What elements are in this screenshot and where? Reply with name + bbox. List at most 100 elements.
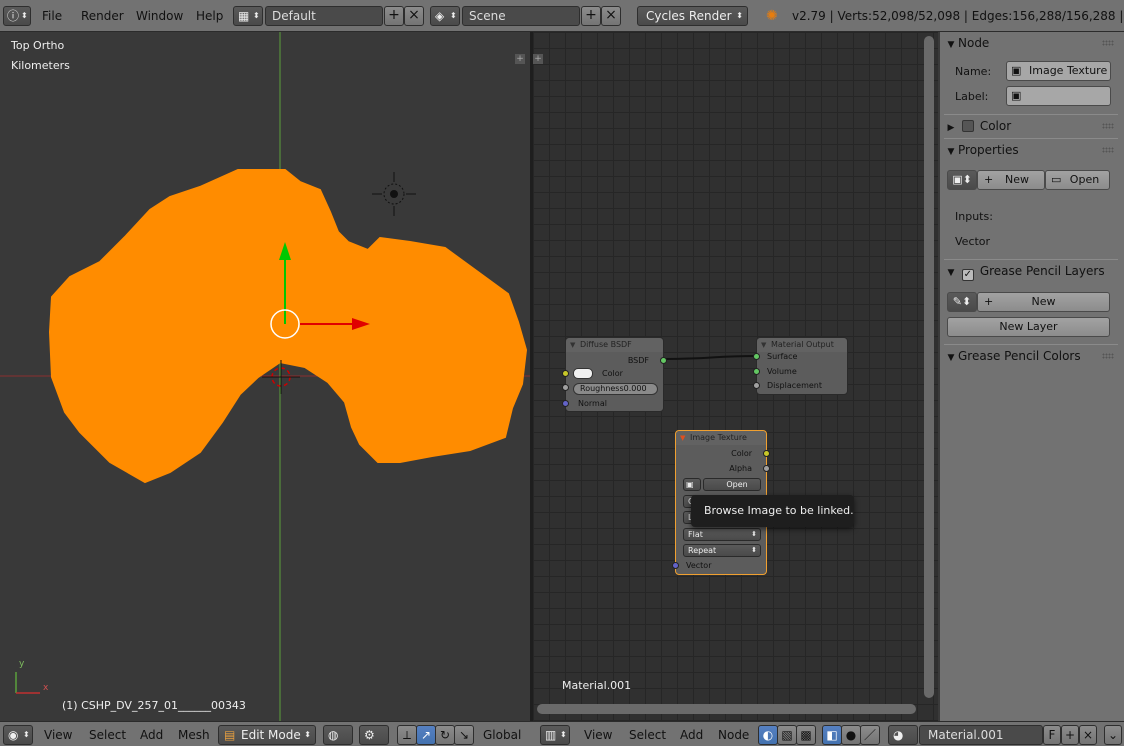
screen-layout-browse-button[interactable]: ▦ ⬍ xyxy=(233,6,263,26)
drag-grip-icon[interactable] xyxy=(1102,353,1114,359)
panel-grease-pencil-layers-header[interactable]: ▼ ✓ Grease Pencil Layers xyxy=(944,259,1118,281)
3d-viewport[interactable]: Top Ortho Kilometers y x (1) CSHP_DV_257… xyxy=(0,32,530,721)
drag-grip-icon[interactable] xyxy=(1102,40,1114,46)
alpha-output-socket[interactable] xyxy=(763,465,770,472)
bsdf-output-socket[interactable] xyxy=(660,357,667,364)
bsdf-output-label: BSDF xyxy=(627,356,649,365)
color-input-socket[interactable] xyxy=(562,370,569,377)
linestyle-shader-button[interactable]: ／ xyxy=(860,725,880,745)
manipulator-toggle-button[interactable]: ⟂ xyxy=(397,725,417,745)
panel-node-header[interactable]: ▼ Node xyxy=(944,32,1118,54)
panel-color-header[interactable]: ▶ Color xyxy=(944,114,1118,136)
image-open-button[interactable]: Open xyxy=(703,478,761,491)
material-browse-button[interactable]: ◕ xyxy=(888,725,918,745)
editor-type-info-button[interactable]: ⓘ ⬍ xyxy=(3,6,31,26)
image-icon: ▣ xyxy=(686,480,694,489)
remove-scene-button[interactable]: × xyxy=(601,6,621,26)
render-engine-select[interactable]: Cycles Render ⬍ xyxy=(637,6,748,26)
node-header: ▼ Material Output xyxy=(757,338,847,352)
scale-manipulator-button[interactable]: ↘ xyxy=(454,725,474,745)
color-checkbox[interactable] xyxy=(961,120,974,132)
panel-properties-header[interactable]: ▼ Properties xyxy=(944,138,1118,160)
surface-input-socket[interactable] xyxy=(753,353,760,360)
expand-arrow-icon: ▼ xyxy=(947,40,955,50)
menu-window[interactable]: Window xyxy=(132,6,187,26)
displacement-input-socket[interactable] xyxy=(753,382,760,389)
updown-icon: ⬍ xyxy=(751,530,757,538)
menu-select[interactable]: Select xyxy=(89,725,126,745)
node-name-field[interactable]: ▣ Image Texture xyxy=(1006,61,1111,81)
new-layer-button[interactable]: New Layer xyxy=(947,317,1110,337)
pin-button[interactable]: ⌄ xyxy=(1104,725,1122,745)
screen-layout-field[interactable]: Default xyxy=(265,6,383,26)
scene-icon: ◈ xyxy=(435,9,445,23)
panel-grease-pencil-colors-header[interactable]: ▼ Grease Pencil Colors xyxy=(944,344,1118,366)
compositing-nodes-button[interactable]: ▧ xyxy=(777,725,797,745)
menu-view[interactable]: View xyxy=(44,725,72,745)
node-label-field[interactable]: ▣ xyxy=(1006,86,1111,106)
vector-input-socket[interactable] xyxy=(672,562,679,569)
node-diffuse-bsdf[interactable]: ▼ Diffuse BSDF BSDF Color Roughness0.000… xyxy=(562,337,667,412)
scene-browse-button[interactable]: ◈ ⬍ xyxy=(430,6,460,26)
image-browse-button[interactable]: ▣ xyxy=(683,478,701,491)
color-swatch[interactable] xyxy=(573,368,593,379)
unlink-material-button[interactable]: × xyxy=(1079,725,1097,745)
pivot-icon: ⚙ xyxy=(364,728,375,742)
gp-new-button[interactable]: + New xyxy=(977,292,1110,312)
horizontal-scrollbar[interactable] xyxy=(537,704,916,714)
texture-nodes-button[interactable]: ▩ xyxy=(796,725,816,745)
node-editor[interactable]: + ▼ Diffuse BSDF BSDF Color Roughness0.0… xyxy=(533,32,938,721)
updown-icon: ⬍ xyxy=(450,11,457,20)
panel-title: Properties xyxy=(958,143,1019,157)
editor-type-3dview-button[interactable]: ◉ ⬍ xyxy=(3,725,33,745)
shader-nodes-button[interactable]: ◐ xyxy=(758,725,778,745)
remove-screen-button[interactable]: × xyxy=(404,6,424,26)
menu-add[interactable]: Add xyxy=(680,725,703,745)
new-image-button[interactable]: + New xyxy=(977,170,1045,190)
mode-select[interactable]: ▤ Edit Mode ⬍ xyxy=(218,725,316,745)
pivot-point-select[interactable]: ⚙ xyxy=(359,725,389,745)
roughness-input-socket[interactable] xyxy=(562,384,569,391)
world-shader-button[interactable]: ● xyxy=(841,725,861,745)
projection-select[interactable]: Flat ⬍ xyxy=(683,528,761,541)
translate-manipulator-button[interactable]: ↗ xyxy=(416,725,436,745)
new-material-button[interactable]: + xyxy=(1061,725,1079,745)
gp-layers-checkbox[interactable]: ✓ xyxy=(961,269,974,281)
add-screen-button[interactable]: + xyxy=(384,6,404,26)
color-output-socket[interactable] xyxy=(763,450,770,457)
menu-render[interactable]: Render xyxy=(77,6,128,26)
rotate-manipulator-button[interactable]: ↻ xyxy=(435,725,455,745)
object-shader-button[interactable]: ◧ xyxy=(822,725,842,745)
grease-pencil-browse-button[interactable]: ✎⬍ xyxy=(947,292,977,312)
material-name-field[interactable]: Material.001 xyxy=(919,725,1043,745)
image-browse-button[interactable]: ▣⬍ xyxy=(947,170,977,190)
menu-mesh[interactable]: Mesh xyxy=(178,725,210,745)
open-image-button[interactable]: ▭ Open xyxy=(1045,170,1110,190)
roughness-field[interactable]: Roughness0.000 xyxy=(573,383,658,395)
color-input-label: Color xyxy=(602,369,623,378)
expand-arrow-icon: ▼ xyxy=(947,353,955,363)
volume-input-socket[interactable] xyxy=(753,368,760,375)
viewport-shading-select[interactable]: ◍ xyxy=(323,725,353,745)
editor-type-node-button[interactable]: ▥ ⬍ xyxy=(540,725,570,745)
add-scene-button[interactable]: + xyxy=(581,6,601,26)
menu-node[interactable]: Node xyxy=(718,725,749,745)
drag-grip-icon[interactable] xyxy=(1102,147,1114,153)
updown-icon: ⬍ xyxy=(253,11,260,20)
menu-help[interactable]: Help xyxy=(192,6,227,26)
scene-stats: v2.79 | Verts:52,098/52,098 | Edges:156,… xyxy=(792,9,1124,23)
drag-grip-icon[interactable] xyxy=(1102,123,1114,129)
fake-user-button[interactable]: F xyxy=(1043,725,1061,745)
extension-select[interactable]: Repeat ⬍ xyxy=(683,544,761,557)
menu-view[interactable]: View xyxy=(584,725,612,745)
normal-input-socket[interactable] xyxy=(562,400,569,407)
menu-file[interactable]: File xyxy=(38,6,66,26)
toolshelf-toggle-button[interactable]: + xyxy=(515,54,525,64)
orientation-label[interactable]: Global xyxy=(483,725,521,745)
menu-add[interactable]: Add xyxy=(140,725,163,745)
vertical-scrollbar[interactable] xyxy=(924,36,934,698)
menu-select[interactable]: Select xyxy=(629,725,666,745)
node-properties-panel: ▼ Node Name: ▣ Image Texture Label: ▣ ▶ C… xyxy=(940,32,1124,721)
node-material-output[interactable]: ▼ Material Output Surface Volume Displac… xyxy=(753,337,848,395)
scene-field[interactable]: Scene xyxy=(462,6,580,26)
